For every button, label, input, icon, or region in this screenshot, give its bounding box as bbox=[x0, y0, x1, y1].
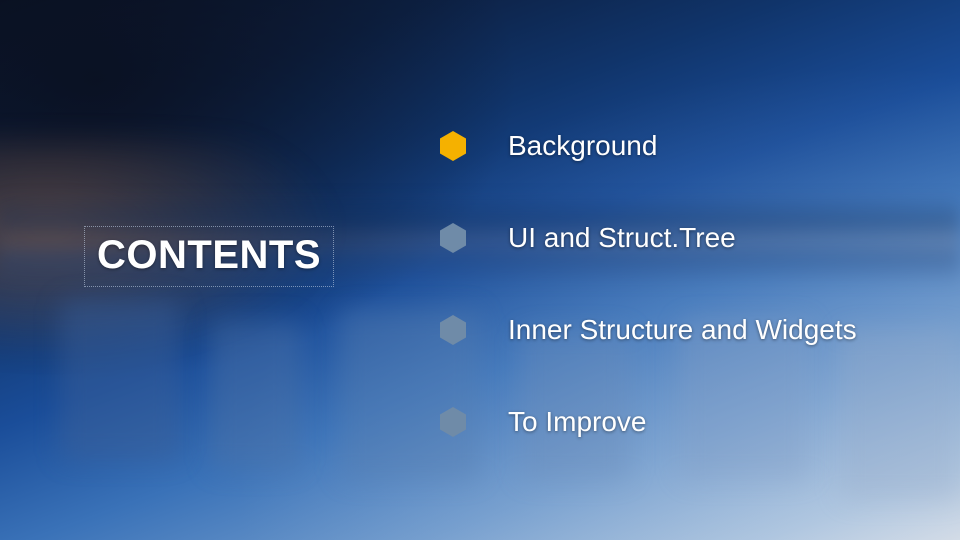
contents-heading: CONTENTS bbox=[97, 233, 321, 277]
toc-item-inner-structure: Inner Structure and Widgets bbox=[440, 284, 920, 376]
background-blob bbox=[210, 320, 300, 470]
hexagon-bullet-icon bbox=[440, 131, 466, 161]
toc-item-ui-structtree: UI and Struct.Tree bbox=[440, 192, 920, 284]
slide: CONTENTS Background UI and Struct.Tree I… bbox=[0, 0, 960, 540]
toc-item-label: To Improve bbox=[508, 406, 647, 438]
toc-item-label: UI and Struct.Tree bbox=[508, 222, 736, 254]
hexagon-bullet-icon bbox=[440, 315, 466, 345]
contents-heading-box: CONTENTS bbox=[84, 226, 334, 287]
toc-item-background: Background bbox=[440, 100, 920, 192]
toc-item-label: Inner Structure and Widgets bbox=[508, 314, 857, 346]
toc-item-to-improve: To Improve bbox=[440, 376, 920, 468]
toc-list: Background UI and Struct.Tree Inner Stru… bbox=[440, 100, 920, 468]
hexagon-bullet-icon bbox=[440, 223, 466, 253]
background-blob bbox=[60, 300, 180, 460]
toc-item-label: Background bbox=[508, 130, 657, 162]
hexagon-bullet-icon bbox=[440, 407, 466, 437]
